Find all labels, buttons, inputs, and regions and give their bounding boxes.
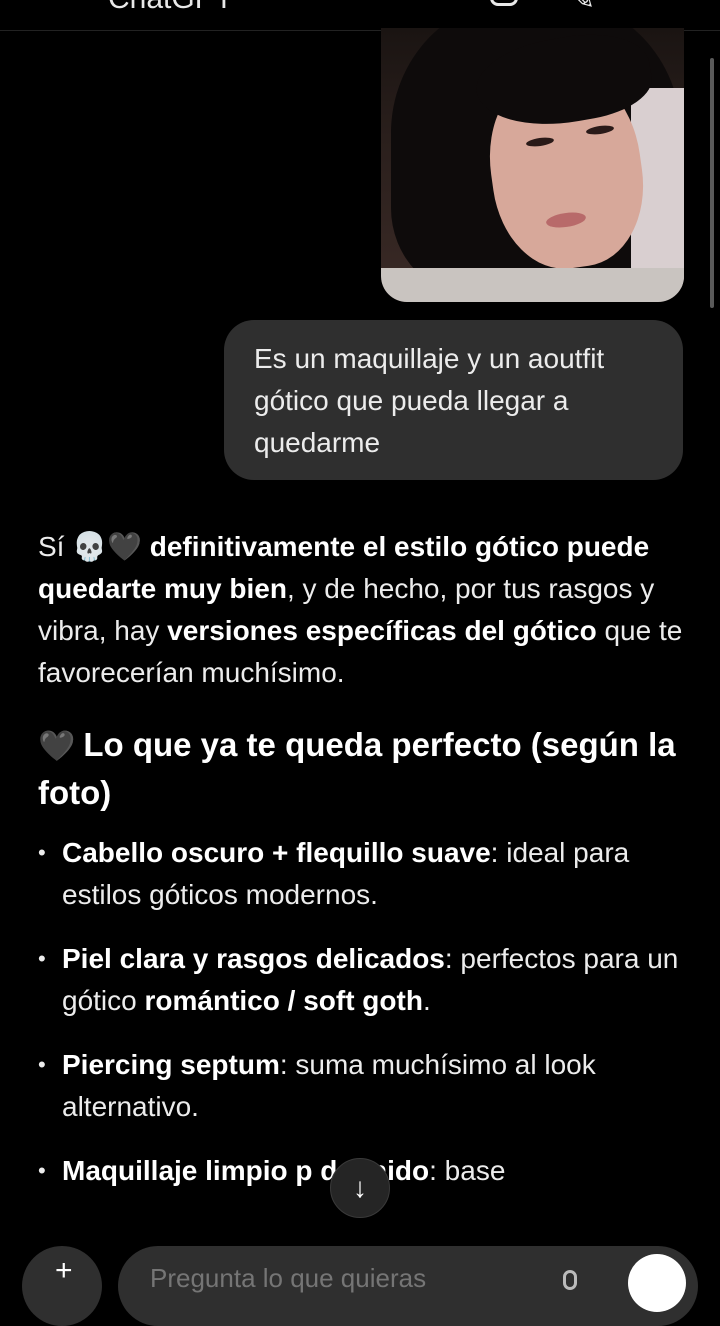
text-run: : base [429,1155,506,1186]
text-run: . [422,985,431,1016]
message-input[interactable] [148,1262,532,1295]
list-item: Piercing septum: suma muchísimo al look … [38,1044,688,1128]
user-message-bubble: Es un maquillaje y un aoutfit gótico que… [224,320,683,480]
list-item: Piel clara y rasgos delicados: perfectos… [38,938,688,1022]
text-run: romántico / soft goth [144,985,423,1016]
section-heading: 🖤 Lo que ya te queda perfecto (según la f… [38,722,688,816]
response-intro: Sí 💀🖤 definitivamente el estilo gótico p… [38,526,688,694]
text-run: Piel clara y rasgos delicados [62,943,445,974]
photo-shirt [381,268,684,302]
voice-mode-button[interactable] [628,1254,686,1312]
arrow-down-icon: ↓ [353,1172,367,1203]
text-run: Sí [38,531,73,562]
scroll-down-button[interactable]: ↓ [330,1158,390,1218]
section-heading-text: Lo que ya te queda perfecto (según la fo… [38,726,676,811]
text-run: versiones específicas del gótico [167,615,597,646]
text-run: Cabello oscuro + flequillo suave [62,837,491,868]
temporary-chat-icon[interactable] [490,0,518,6]
scrollbar[interactable] [710,58,714,308]
bullet-list: Cabello oscuro + flequillo suave: ideal … [38,832,688,1192]
text-run: Piercing septum [62,1049,280,1080]
app-title[interactable]: ChatGPT [108,0,233,16]
message-composer[interactable] [118,1246,698,1326]
black-heart-icon: 🖤 [38,729,76,764]
uploaded-photo[interactable] [381,28,684,302]
text-run: Maquillaje limpio p [62,1155,313,1186]
emoji-icons: 💀🖤 [72,530,142,563]
mic-icon[interactable] [563,1270,577,1290]
plus-icon: + [55,1254,73,1287]
add-attachment-button[interactable]: + [22,1246,102,1326]
top-bar: ChatGPT ✎ [0,0,720,30]
new-chat-icon[interactable]: ✎ [570,0,595,17]
user-message-text: Es un maquillaje y un aoutfit gótico que… [254,343,605,458]
list-item: Cabello oscuro + flequillo suave: ideal … [38,832,688,916]
assistant-response: Sí 💀🖤 definitivamente el estilo gótico p… [38,526,688,1214]
